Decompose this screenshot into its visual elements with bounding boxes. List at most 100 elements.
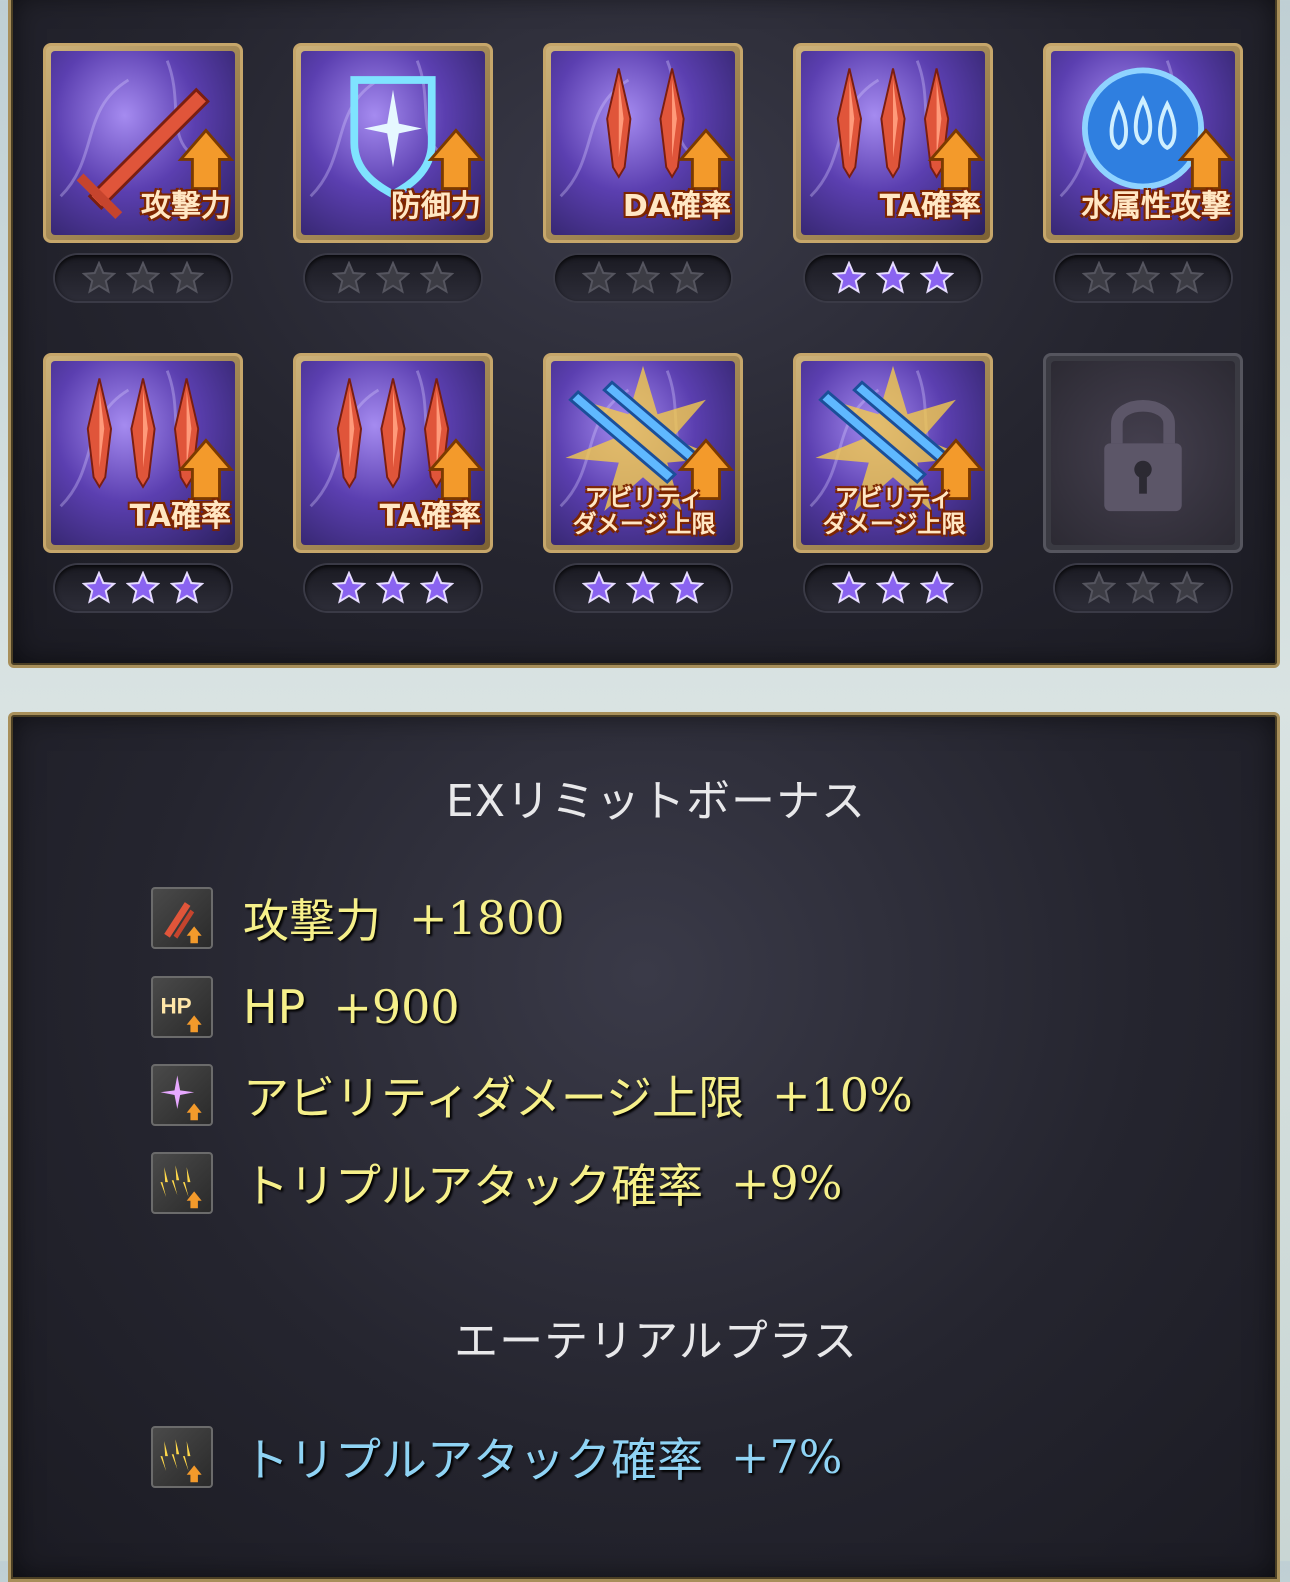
star-filled-icon (126, 571, 160, 605)
skill-icon-art: TA確率 (51, 361, 235, 545)
star-filled-icon (920, 571, 954, 605)
star-filled-icon (876, 571, 910, 605)
star-empty-icon (82, 261, 116, 295)
skill-slot[interactable]: TA確率 (43, 353, 247, 623)
skill-slot[interactable]: TA確率 (293, 353, 497, 623)
svg-text:HP: HP (160, 994, 191, 1019)
bonus-row-triple-attack: トリプルアタック確率 +9% (151, 1148, 843, 1218)
triple-skill-icon[interactable]: TA確率 (793, 43, 993, 243)
skill-slot[interactable]: 攻撃力 (43, 43, 247, 313)
bonus-value: +1800 (409, 891, 565, 945)
skill-icon-art: 攻撃力 (51, 51, 235, 235)
hp-up-icon: HP (151, 976, 213, 1038)
star-filled-icon (832, 571, 866, 605)
star-filled-icon (626, 571, 660, 605)
star-empty-icon (1126, 571, 1160, 605)
skill-slot[interactable]: 水属性攻撃 (1043, 43, 1247, 313)
attack-up-icon (151, 887, 213, 949)
lock-icon[interactable] (1043, 353, 1243, 553)
bonus-value: +7% (731, 1430, 843, 1484)
star-empty-icon (170, 261, 204, 295)
skill-icon-art: DA確率 (551, 51, 735, 235)
skill-icon-label: TA確率 (129, 499, 231, 534)
star-empty-icon (126, 261, 160, 295)
skill-icon-label: 水属性攻撃 (1081, 189, 1231, 224)
skill-stars (55, 255, 231, 301)
triple-skill-icon[interactable]: TA確率 (43, 353, 243, 553)
star-filled-icon (82, 571, 116, 605)
skill-icon-label: TA確率 (879, 189, 981, 224)
skill-icon-art: TA確率 (301, 361, 485, 545)
skill-slot[interactable]: 防御力 (293, 43, 497, 313)
star-filled-icon (376, 571, 410, 605)
star-filled-icon (170, 571, 204, 605)
skill-stars (805, 255, 981, 301)
triple-attack-icon (151, 1426, 213, 1488)
bonus-row-ability-cap: アビリティダメージ上限 +10% (151, 1060, 913, 1130)
skill-icon-label: DA確率 (622, 189, 731, 224)
skill-icon-art: アビリティ ダメージ上限 (801, 361, 985, 545)
star-filled-icon (420, 571, 454, 605)
skill-stars (805, 565, 981, 611)
star-empty-icon (376, 261, 410, 295)
star-empty-icon (420, 261, 454, 295)
bonus-value: +10% (771, 1068, 913, 1122)
skill-slot[interactable]: DA確率 (543, 43, 747, 313)
star-filled-icon (670, 571, 704, 605)
skill-icon-art: 防御力 (301, 51, 485, 235)
bonus-value: +9% (731, 1156, 843, 1210)
skill-icon-label: アビリティ ダメージ上限 (572, 484, 716, 538)
bonus-value: +900 (333, 980, 460, 1034)
star-empty-icon (626, 261, 660, 295)
bonus-row-attack: 攻撃力 +1800 (151, 883, 565, 953)
star-filled-icon (920, 261, 954, 295)
star-empty-icon (1170, 261, 1204, 295)
skill-slot[interactable]: TA確率 (793, 43, 997, 313)
double-skill-icon[interactable]: DA確率 (543, 43, 743, 243)
ability-damage-cap-icon (151, 1064, 213, 1126)
skill-icon-art: アビリティ ダメージ上限 (551, 361, 735, 545)
skill-stars (305, 565, 481, 611)
bonus-row-ethereal-triple-attack: トリプルアタック確率 +7% (151, 1422, 843, 1492)
skill-stars (555, 565, 731, 611)
star-filled-icon (582, 571, 616, 605)
water-skill-icon[interactable]: 水属性攻撃 (1043, 43, 1243, 243)
ex-limit-skill-panel: 攻撃力 防御力 DA確率 TA確率 水属性攻撃 TA確率 TA確率 アビリティ ダメージ上限ア… (8, 0, 1280, 668)
skill-stars (1055, 255, 1231, 301)
bonus-label: 攻撃力 (243, 894, 381, 948)
skill-icon-label: 攻撃力 (141, 189, 231, 224)
skill-icon-label: TA確率 (379, 499, 481, 534)
ability-skill-icon[interactable]: アビリティ ダメージ上限 (543, 353, 743, 553)
shield-skill-icon[interactable]: 防御力 (293, 43, 493, 243)
skill-icon-label: アビリティ ダメージ上限 (822, 484, 966, 538)
ex-limit-bonus-title: EXリミットボーナス (151, 777, 1161, 827)
bonus-label: トリプルアタック確率 (243, 1433, 703, 1487)
skill-icon-art (1051, 361, 1235, 545)
skill-icon-art: TA確率 (801, 51, 985, 235)
sword-skill-icon[interactable]: 攻撃力 (43, 43, 243, 243)
skill-stars (1055, 565, 1231, 611)
skill-slot[interactable]: アビリティ ダメージ上限 (543, 353, 747, 623)
star-filled-icon (332, 571, 366, 605)
skill-icon-art: 水属性攻撃 (1051, 51, 1235, 235)
star-empty-icon (1170, 571, 1204, 605)
skill-icon-label: 防御力 (391, 189, 481, 224)
bonus-label: アビリティダメージ上限 (243, 1071, 744, 1125)
star-empty-icon (1126, 261, 1160, 295)
star-empty-icon (670, 261, 704, 295)
skill-stars (55, 565, 231, 611)
skill-slot-locked[interactable] (1043, 353, 1247, 623)
triple-attack-icon (151, 1152, 213, 1214)
star-empty-icon (582, 261, 616, 295)
star-filled-icon (832, 261, 866, 295)
ethereal-plus-title: エーテリアルプラス (151, 1317, 1161, 1367)
bonus-row-hp: HP HP +900 (151, 972, 460, 1042)
skill-slot[interactable]: アビリティ ダメージ上限 (793, 353, 997, 623)
star-empty-icon (1082, 261, 1116, 295)
star-empty-icon (1082, 571, 1116, 605)
ability-skill-icon[interactable]: アビリティ ダメージ上限 (793, 353, 993, 553)
bonus-label: HP (243, 980, 306, 1034)
skill-stars (305, 255, 481, 301)
triple-skill-icon[interactable]: TA確率 (293, 353, 493, 553)
skill-stars (555, 255, 731, 301)
